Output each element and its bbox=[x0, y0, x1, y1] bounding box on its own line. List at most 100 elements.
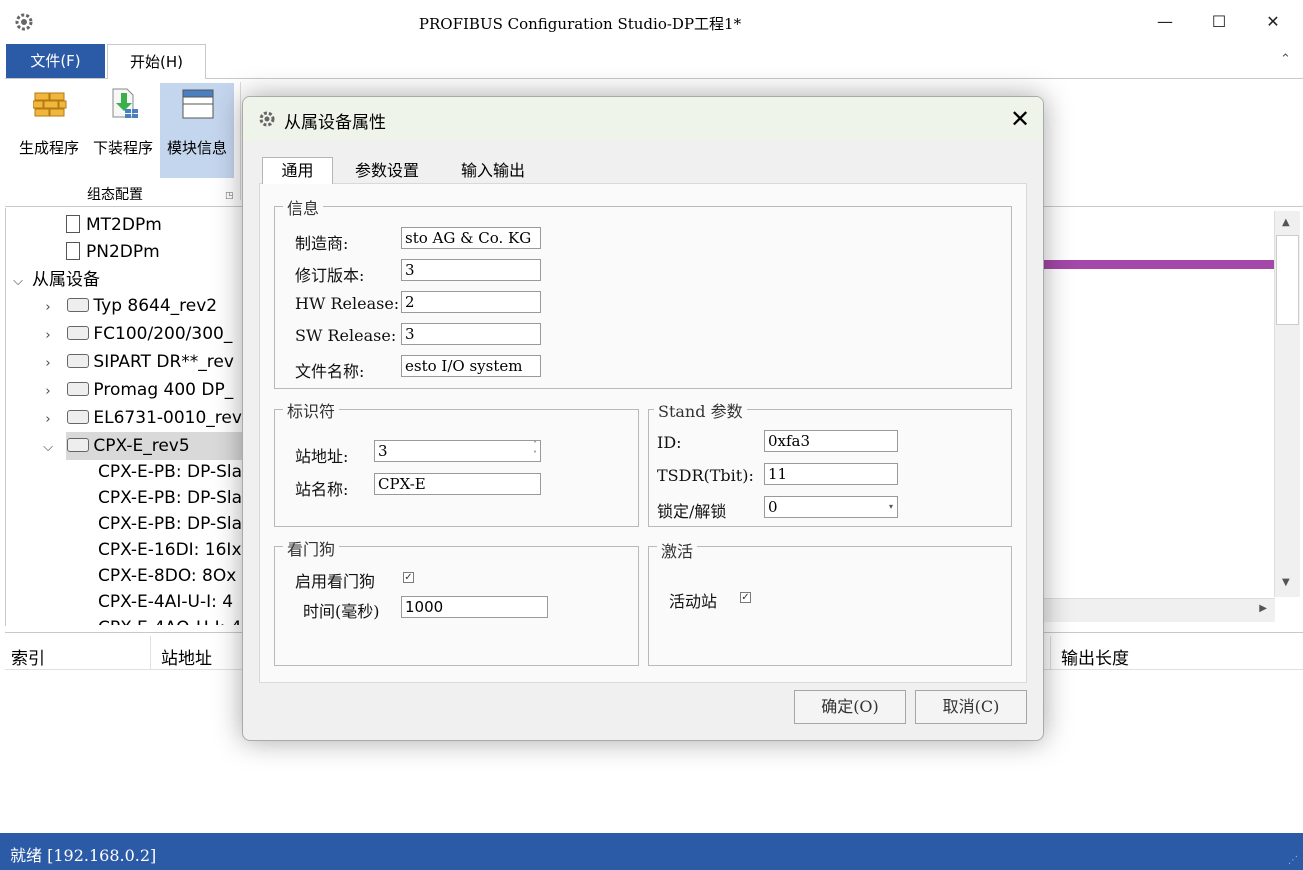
device-icon bbox=[67, 410, 90, 424]
tree-item-label: PN2DPm bbox=[86, 242, 160, 262]
minimize-button[interactable]: — bbox=[1142, 8, 1188, 36]
download-program-icon bbox=[107, 87, 141, 121]
chevron-down-icon[interactable]: ⌵ bbox=[10, 269, 26, 295]
vertical-scrollbar[interactable]: ▲ ▼ bbox=[1274, 211, 1300, 597]
revision-label: 修订版本: bbox=[295, 266, 365, 285]
active-station-checkbox[interactable]: ✓ bbox=[740, 592, 751, 603]
window-title: PROFIBUS Configuration Studio-DP工程1* bbox=[418, 15, 742, 33]
file-name-field[interactable]: esto I/O system bbox=[401, 355, 541, 377]
scroll-up-icon[interactable]: ▲ bbox=[1282, 217, 1290, 228]
resize-grip-icon[interactable]: ⋰ bbox=[1288, 855, 1300, 867]
station-name-field[interactable]: CPX-E bbox=[374, 473, 541, 495]
tree-item-device[interactable]: › Typ 8644_rev2 bbox=[40, 293, 217, 319]
chevron-right-icon[interactable]: › bbox=[40, 323, 56, 349]
device-icon bbox=[67, 298, 90, 312]
tree-item-device[interactable]: › FC100/200/300_ bbox=[40, 321, 232, 347]
horizontal-scrollbar[interactable]: ▶ bbox=[1043, 598, 1275, 622]
generate-program-label: 生成程序 bbox=[18, 139, 79, 157]
status-text: 就绪 [192.168.0.2] bbox=[10, 846, 157, 865]
tree-item-label: 从属设备 bbox=[32, 270, 100, 290]
tree-item-module[interactable]: CPX-E-8DO: 8Ox bbox=[98, 563, 244, 589]
column-header-index[interactable]: 索引 bbox=[11, 644, 45, 669]
document-icon bbox=[66, 242, 80, 260]
lock-dropdown[interactable]: 0 ▾ bbox=[764, 496, 898, 518]
tab-general-label: 通用 bbox=[281, 161, 314, 180]
ok-button[interactable]: 确定(O) bbox=[794, 690, 906, 724]
hw-release-label: HW Release: bbox=[295, 294, 400, 313]
info-group-title: 信息 bbox=[283, 195, 324, 219]
dialog-gear-icon bbox=[258, 110, 276, 128]
tab-io[interactable]: 输入输出 bbox=[448, 159, 538, 183]
tree-item-device[interactable]: › SIPART DR**_rev bbox=[40, 349, 234, 375]
revision-field[interactable]: 3 bbox=[401, 259, 541, 281]
brick-wall-icon bbox=[32, 87, 67, 121]
generate-program-button[interactable]: 生成程序 bbox=[12, 83, 86, 178]
tree-item-device[interactable]: › EL6731-0010_rev bbox=[40, 405, 242, 431]
tsdr-field[interactable]: 11 bbox=[764, 463, 898, 485]
enable-watchdog-checkbox[interactable]: ✓ bbox=[403, 572, 414, 583]
download-program-label: 下装程序 bbox=[92, 139, 153, 157]
dialog-close-button[interactable]: ✕ bbox=[1005, 105, 1035, 133]
lock-value: 0 bbox=[768, 498, 778, 516]
tree-item-label: EL6731-0010_rev bbox=[93, 408, 242, 428]
activate-group-title: 激活 bbox=[657, 538, 698, 562]
chevron-right-icon[interactable]: › bbox=[40, 379, 56, 405]
device-icon bbox=[67, 326, 90, 340]
scroll-thumb[interactable] bbox=[1276, 235, 1299, 325]
chevron-down-icon[interactable]: ⌵ bbox=[40, 435, 56, 461]
station-address-label: 站地址: bbox=[295, 447, 349, 466]
column-header-output-length[interactable]: 输出长度 bbox=[1061, 644, 1129, 669]
tree-item-module[interactable]: CPX-E-4AI-U-I: 4 bbox=[98, 589, 244, 615]
watchdog-group-title: 看门狗 bbox=[283, 536, 340, 560]
maximize-button[interactable]: ☐ bbox=[1196, 8, 1242, 36]
tree-item-slave-devices[interactable]: ⌵ 从属设备 bbox=[10, 267, 100, 293]
tree-item-device[interactable]: › Promag 400 DP_ bbox=[40, 377, 233, 403]
column-header-station-address[interactable]: 站地址 bbox=[161, 644, 212, 669]
group-launcher-icon[interactable]: ◳ bbox=[225, 191, 234, 201]
tree-item-module[interactable]: CPX-E-16DI: 16Ix bbox=[98, 537, 244, 563]
chevron-right-icon[interactable]: › bbox=[40, 295, 56, 321]
cancel-button[interactable]: 取消(C) bbox=[915, 690, 1027, 724]
manufacturer-field[interactable]: sto AG & Co. KG bbox=[401, 227, 541, 249]
dropdown-arrow-icon[interactable]: ▾ bbox=[889, 497, 893, 517]
module-info-label: 模块信息 bbox=[166, 139, 227, 157]
module-info-button[interactable]: 模块信息 bbox=[160, 83, 234, 178]
manufacturer-label: 制造商: bbox=[295, 234, 349, 253]
chevron-right-icon[interactable]: › bbox=[40, 351, 56, 377]
tab-start[interactable]: 开始(H) bbox=[107, 44, 206, 79]
scroll-down-icon[interactable]: ▼ bbox=[1282, 577, 1290, 588]
slave-properties-dialog: 从属设备属性 ✕ 通用 参数设置 输入输出 信息 制造商: sto AG & C… bbox=[242, 96, 1044, 741]
tree-item-device-selected[interactable]: ⌵ CPX-E_rev5 bbox=[40, 433, 190, 459]
id-field[interactable]: 0xfa3 bbox=[764, 430, 898, 452]
tree-item-pn2dpm[interactable]: PN2DPm bbox=[66, 239, 160, 265]
lock-label: 锁定/解锁 bbox=[657, 502, 727, 521]
ribbon-group-label: 组态配置 bbox=[87, 187, 143, 203]
tree-item-mt2dpm[interactable]: MT2DPm bbox=[66, 212, 162, 238]
download-program-button[interactable]: 下装程序 bbox=[86, 83, 160, 178]
tree-item-module[interactable]: CPX-E-PB: DP-Sla bbox=[98, 485, 244, 511]
spin-arrows-icon[interactable]: ˄ ˅ bbox=[533, 441, 537, 460]
hw-release-field[interactable]: 2 bbox=[401, 291, 541, 313]
tree-item-label: Promag 400 DP_ bbox=[93, 380, 234, 400]
sw-release-field[interactable]: 3 bbox=[401, 323, 541, 345]
station-name-label: 站名称: bbox=[295, 480, 349, 499]
enable-watchdog-label: 启用看门狗 bbox=[295, 572, 376, 591]
tab-file[interactable]: 文件(F) bbox=[6, 44, 105, 78]
profibus-line[interactable] bbox=[1043, 260, 1274, 269]
chevron-right-icon[interactable]: › bbox=[40, 407, 56, 433]
ribbon-collapse-icon[interactable]: ⌃ bbox=[1280, 52, 1291, 67]
tree-item-module[interactable]: CPX-E-PB: DP-Sla bbox=[98, 511, 244, 537]
tree-item-module-clipped[interactable]: CPX-E-4AO-U-I: 4 bbox=[98, 615, 244, 625]
watchdog-time-field[interactable]: 1000 bbox=[401, 596, 548, 618]
tree-item-label: MT2DPm bbox=[86, 215, 162, 235]
tree-item-label: CPX-E_rev5 bbox=[93, 436, 190, 456]
tree-item-module[interactable]: CPX-E-PB: DP-Sla bbox=[98, 459, 244, 485]
file-name-label: 文件名称: bbox=[295, 362, 365, 381]
sw-release-label: SW Release: bbox=[295, 326, 397, 345]
device-icon bbox=[67, 438, 90, 452]
tab-parameters[interactable]: 参数设置 bbox=[342, 159, 432, 183]
station-address-spinbox[interactable]: 3 ˄ ˅ bbox=[374, 440, 541, 462]
document-icon bbox=[66, 215, 80, 233]
close-button[interactable]: ✕ bbox=[1250, 8, 1296, 36]
scroll-right-icon[interactable]: ▶ bbox=[1259, 603, 1267, 614]
